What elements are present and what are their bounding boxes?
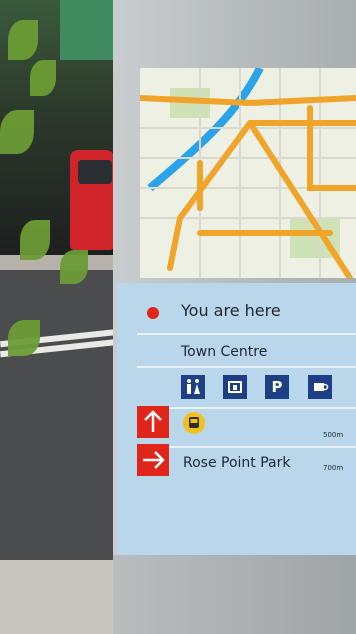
toilets-icon: [181, 375, 205, 399]
divider: [137, 366, 356, 368]
right-arrow-icon: [137, 444, 169, 476]
direction-panel: You are here Town Centre P 500m Rose Poi…: [117, 283, 356, 555]
bus-icon: [183, 412, 205, 434]
tree-leaf: [20, 220, 50, 260]
cafe-icon: [308, 375, 332, 399]
divider: [137, 407, 356, 409]
map-graphic: [140, 68, 356, 278]
tree-leaf: [8, 20, 38, 60]
tree-leaf: [60, 250, 88, 284]
tree-leaf: [8, 320, 40, 356]
road: [0, 270, 120, 560]
divider: [137, 333, 356, 335]
street-map: [140, 68, 356, 278]
tree-leaf: [30, 60, 56, 96]
tree-leaf: [0, 110, 34, 154]
red-dot-icon: [147, 307, 159, 319]
town-centre-label: Town Centre: [181, 344, 268, 360]
green-awning: [60, 0, 120, 60]
divider: [137, 446, 356, 448]
pavement: [0, 560, 120, 634]
car-window: [78, 160, 112, 184]
you-are-here-label: You are here: [181, 301, 281, 320]
information-icon: [223, 375, 247, 399]
park-distance: 700m: [323, 464, 344, 472]
street-scene: You are here Town Centre P 500m Rose Poi…: [0, 0, 356, 634]
parking-icon: P: [265, 375, 289, 399]
up-arrow-icon: [137, 406, 169, 438]
park-name-label: Rose Point Park: [183, 455, 291, 471]
bus-distance: 500m: [323, 431, 344, 439]
signpost-base: [113, 555, 356, 634]
